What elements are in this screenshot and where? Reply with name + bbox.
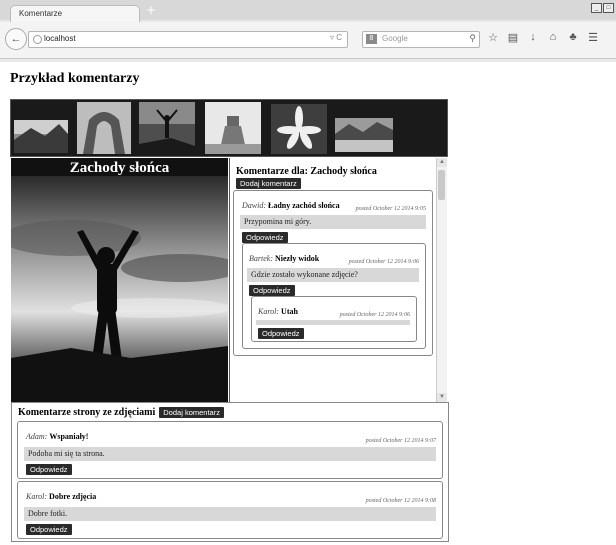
reply-button[interactable]: Odpowiedz xyxy=(26,464,72,475)
page-comments-header: Komentarze strony ze zdjęciami xyxy=(18,407,156,418)
comment-author: Adam xyxy=(26,432,45,441)
new-tab-button[interactable]: + xyxy=(146,3,156,17)
toolbar-icons: ☆ ▤ ↓ ⌂ ♣ ☰ xyxy=(486,31,600,44)
thumbnail-arch[interactable] xyxy=(77,102,131,154)
url-bar[interactable]: localhost ▿ C xyxy=(28,31,348,48)
main-photo xyxy=(11,176,228,402)
add-comment-button[interactable]: Dodaj komentarz xyxy=(236,178,301,189)
download-icon[interactable]: ↓ xyxy=(526,31,540,44)
comment-title: Utah xyxy=(281,307,298,316)
reload-icon[interactable]: ▿ C xyxy=(330,33,342,42)
puzzle-icon[interactable]: ♣ xyxy=(566,31,580,44)
comment-body xyxy=(256,320,410,325)
title-bar: Komentarze + _ □ xyxy=(0,0,616,23)
menu-icon[interactable]: ☰ xyxy=(586,31,600,44)
thumbnail-lily[interactable] xyxy=(271,104,327,154)
back-arrow-icon[interactable]: ← xyxy=(5,28,27,50)
maximize-button[interactable]: □ xyxy=(603,3,614,13)
star-icon[interactable]: ☆ xyxy=(486,31,500,44)
comment-posted: posted October 12 2014 9:07 xyxy=(365,438,436,444)
thumbnail-images xyxy=(14,102,393,154)
thumbnail-sunset-person[interactable] xyxy=(139,102,195,154)
scroll-thumb[interactable] xyxy=(438,170,445,200)
clipboard-icon[interactable]: ▤ xyxy=(506,31,520,44)
search-placeholder: Google xyxy=(382,34,408,43)
tab-title: Komentarze xyxy=(19,9,63,18)
thumbnail-mountains[interactable] xyxy=(14,120,68,153)
photo-comments-header: Komentarze dla: Zachody słońca xyxy=(236,166,377,177)
comment-body: Dobre fotki. xyxy=(24,507,436,521)
thumbnail-strip xyxy=(10,99,448,157)
comment-body: Gdzie zostało wykonane zdjęcie? xyxy=(247,268,419,282)
comment-title: Niezły widok xyxy=(275,254,320,263)
add-page-comment-button[interactable]: Dodaj komentarz xyxy=(159,407,224,418)
comment-body: Podoba mi się ta strona. xyxy=(24,447,436,461)
minimize-button[interactable]: _ xyxy=(591,3,602,13)
scroll-up-icon[interactable]: ▲ xyxy=(437,158,447,167)
reply-button[interactable]: Odpowiedz xyxy=(258,328,304,339)
globe-icon xyxy=(33,35,42,44)
browser-chrome: Komentarze + _ □ ← localhost ▿ C 8 Googl… xyxy=(0,0,616,62)
home-icon[interactable]: ⌂ xyxy=(546,31,560,44)
photo-viewer: Zachody słońca xyxy=(11,158,228,402)
thumbnail-temple[interactable] xyxy=(205,102,261,154)
search-icon[interactable]: ⚲ xyxy=(469,33,476,44)
comment-title: Dobre zdjęcia xyxy=(49,492,97,501)
url-text: localhost xyxy=(44,34,76,43)
comment-author: Bartek xyxy=(249,254,271,263)
nav-bar: ← localhost ▿ C 8 Google ⚲ ☆ ▤ ↓ ⌂ ♣ ☰ xyxy=(0,22,616,59)
page-comments-section: Komentarze strony ze zdjęciami Dodaj kom… xyxy=(11,402,449,542)
thumbnail-lake[interactable] xyxy=(335,118,393,152)
comment-author: Karol xyxy=(258,307,277,316)
comment-posted: posted October 12 2014 9:06 xyxy=(339,312,410,318)
search-bar[interactable]: 8 Google ⚲ xyxy=(362,31,480,48)
photo-comments-panel: Komentarze dla: Zachody słońca Dodaj kom… xyxy=(229,158,435,402)
comment-body: Przypomina mi góry. xyxy=(240,215,426,229)
comment-dawid: Dawid: Ładny zachód słońca posted Octobe… xyxy=(233,190,433,356)
reply-button[interactable]: Odpowiedz xyxy=(242,232,288,243)
comment-posted: posted October 12 2014 9:05 xyxy=(355,206,426,212)
comment-adam: Adam: Wspaniały! posted October 12 2014 … xyxy=(17,421,443,479)
comment-posted: posted October 12 2014 9:08 xyxy=(365,498,436,504)
reply-button[interactable]: Odpowiedz xyxy=(26,524,72,535)
scroll-down-icon[interactable]: ▼ xyxy=(437,393,447,402)
comment-karol-page: Karol: Dobre zdjęcia posted October 12 2… xyxy=(17,481,443,539)
comment-title: Wspaniały! xyxy=(49,432,89,441)
comment-bartek: Bartek: Niezły widok posted October 12 2… xyxy=(242,243,426,349)
browser-tab[interactable]: Komentarze xyxy=(10,5,140,23)
comment-posted: posted October 12 2014 9:06 xyxy=(348,259,419,265)
comment-author: Dawid xyxy=(242,201,264,210)
window-controls: _ □ xyxy=(591,3,614,13)
comment-author: Karol xyxy=(26,492,45,501)
search-engine-badge[interactable]: 8 xyxy=(366,34,377,44)
comment-karol: Karol: Utah posted October 12 2014 9:06 … xyxy=(251,296,417,342)
page-title: Przykład komentarzy xyxy=(10,71,140,86)
reply-button[interactable]: Odpowiedz xyxy=(249,285,295,296)
comment-title: Ładny zachód słońca xyxy=(268,201,340,210)
comments-scrollbar[interactable]: ▲ ▼ xyxy=(436,158,447,402)
